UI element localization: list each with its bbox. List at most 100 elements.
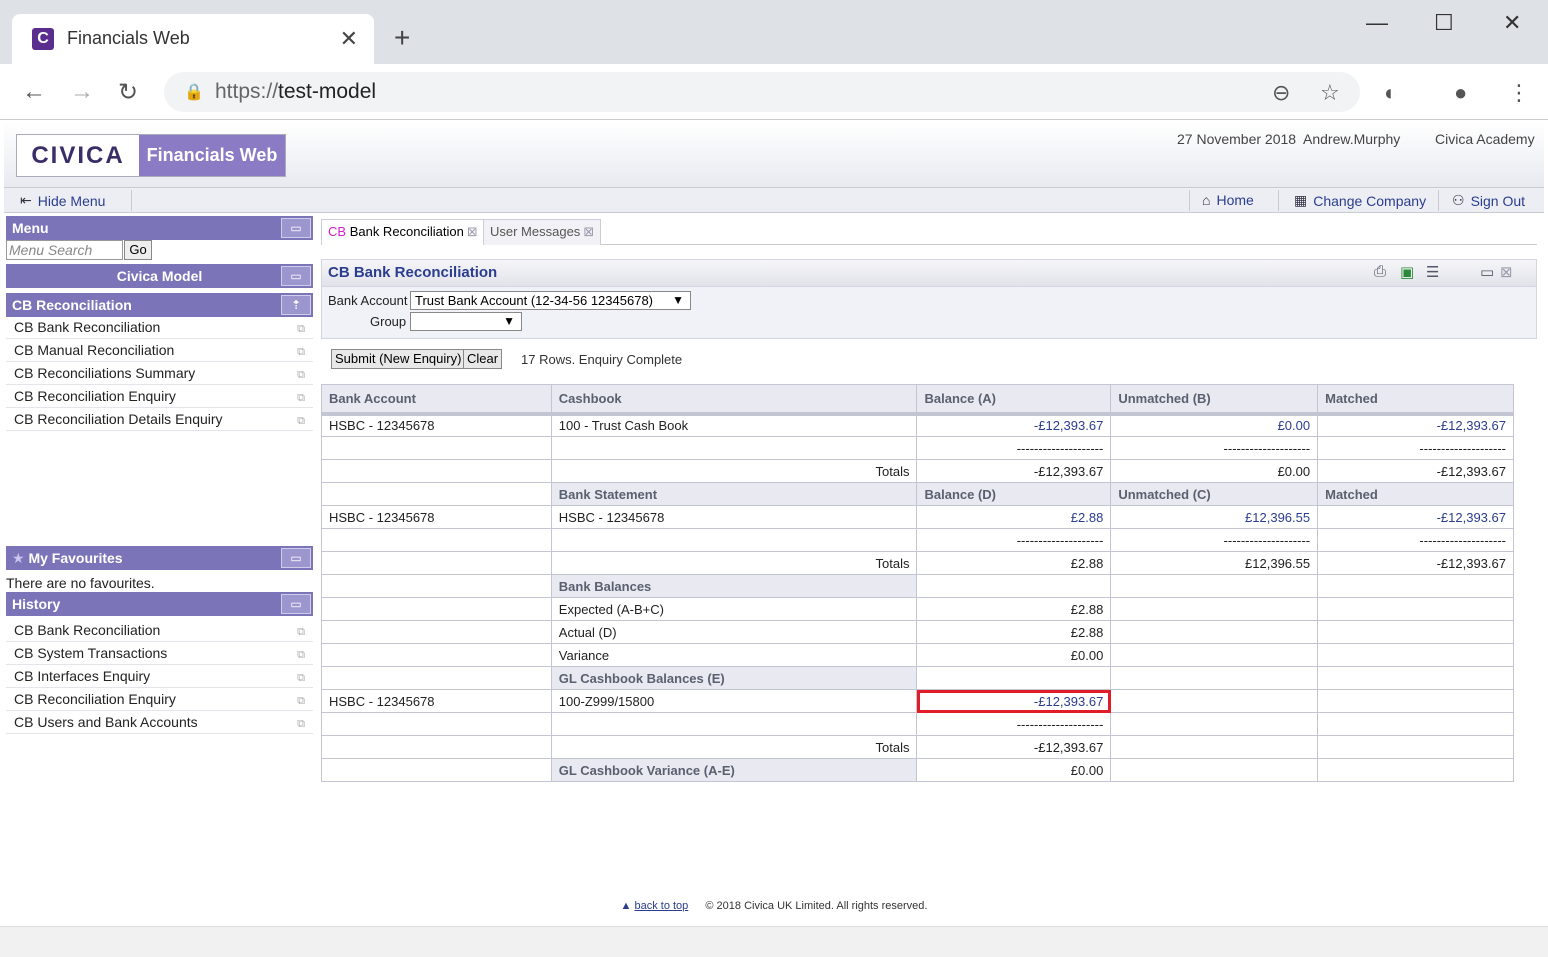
back-icon[interactable]: ← [22, 78, 46, 106]
sign-out-button[interactable]: ⚇ Sign Out [1452, 192, 1525, 209]
table-header-row: Bank Account Cashbook Balance (A) Unmatc… [321, 384, 1514, 416]
address-bar[interactable]: 🔒 https://test-model ⊖ ☆ [164, 72, 1360, 112]
open-new-icon[interactable]: ⧉ [297, 364, 305, 386]
zoom-icon[interactable]: ⊖ [1272, 80, 1290, 106]
menu-search-input[interactable]: Menu Search [6, 240, 123, 260]
column-header: Bank Account [321, 384, 552, 416]
hide-menu-button[interactable]: ⇤ Hide Menu [20, 192, 105, 209]
menu-item[interactable]: CB Manual Reconciliation ⧉ [6, 339, 313, 362]
favourites-collapse-icon[interactable]: ▭ [281, 548, 311, 568]
open-new-icon[interactable]: ⧉ [297, 621, 305, 643]
history-collapse-icon[interactable]: ▭ [281, 594, 311, 614]
bank-account-select[interactable]: Trust Bank Account (12-34-56 12345678) ▼ [410, 291, 691, 310]
open-new-icon[interactable]: ⧉ [297, 341, 305, 363]
history-item[interactable]: CB Users and Bank Accounts ⧉ [6, 711, 313, 734]
reload-icon[interactable]: ↻ [118, 78, 138, 107]
forward-icon[interactable]: → [70, 78, 94, 106]
close-tab-icon[interactable]: ✕ [340, 26, 358, 52]
column-header: Balance (A) [916, 384, 1112, 416]
logo-civica: CIVICA [17, 135, 139, 176]
matched-link[interactable]: -£12,393.67 [1317, 505, 1514, 529]
minimize-icon[interactable]: — [1366, 10, 1388, 36]
browser-tab-title: Financials Web [67, 28, 190, 48]
browser-tab[interactable]: C Financials Web ✕ [12, 14, 374, 64]
unmatched-link[interactable]: £0.00 [1110, 413, 1319, 437]
open-new-icon[interactable]: ⧉ [297, 690, 305, 712]
tab-user-messages[interactable]: User Messages ⊠ [483, 219, 602, 245]
excel-icon[interactable]: ▣ [1400, 263, 1414, 281]
balance-link[interactable]: -£12,393.67 [916, 413, 1112, 437]
open-new-icon[interactable]: ⧉ [297, 644, 305, 666]
unmatched-link[interactable]: £12,396.55 [1110, 505, 1319, 529]
menu-section-header[interactable]: CB Reconciliation ⇡ [6, 293, 313, 317]
new-tab-icon[interactable]: + [394, 22, 410, 54]
civica-favicon-icon: C [32, 28, 54, 50]
menu-model-header[interactable]: Civica Model ▭ [6, 264, 313, 288]
open-new-icon[interactable]: ⧉ [297, 387, 305, 409]
table-row: -------------------- [321, 712, 1514, 736]
home-button[interactable]: ⌂ Home [1202, 192, 1254, 208]
table-row: Expected (A-B+C) £2.88 [321, 597, 1514, 621]
column-header: Cashbook [550, 384, 918, 416]
browser-menu-icon[interactable]: ⋮ [1508, 80, 1530, 106]
favourites-empty: There are no favourites. [6, 575, 155, 591]
group-select[interactable]: ▼ [410, 312, 522, 331]
menu-collapse-icon[interactable]: ▭ [281, 218, 311, 238]
print-icon[interactable]: ⎙ [1374, 263, 1386, 280]
table-row: HSBC - 12345678 100-Z999/15800 -£12,393.… [321, 689, 1514, 713]
column-header: Unmatched (B) [1110, 384, 1319, 416]
reconciliation-table: Bank Account Cashbook Balance (A) Unmatc… [321, 384, 1514, 782]
history-item[interactable]: CB Bank Reconciliation ⧉ [6, 619, 313, 642]
extension-icon[interactable]: ◐ [1384, 80, 1397, 106]
back-to-top-link[interactable]: back to top [634, 900, 688, 912]
table-row: HSBC - 12345678 HSBC - 12345678 £2.88 £1… [321, 505, 1514, 529]
menu-item[interactable]: CB Reconciliation Enquiry ⧉ [6, 385, 313, 408]
up-arrow-icon: ▲ [620, 900, 632, 912]
open-new-icon[interactable]: ⧉ [297, 713, 305, 735]
tab-bank-reconciliation[interactable]: CB Bank Reconciliation ⊠ [321, 219, 485, 245]
menu-item[interactable]: CB Reconciliations Summary ⧉ [6, 362, 313, 385]
window-icon[interactable]: ▭ [1480, 263, 1494, 281]
table-row: HSBC - 12345678 100 - Trust Cash Book -£… [321, 413, 1514, 437]
home-icon: ⌂ [1202, 192, 1211, 208]
table-row: Bank Balances [321, 574, 1514, 598]
section-up-icon[interactable]: ⇡ [281, 295, 311, 315]
open-new-icon[interactable]: ⧉ [297, 667, 305, 689]
menu-item[interactable]: CB Reconciliation Details Enquiry ⧉ [6, 408, 313, 431]
history-item[interactable]: CB Interfaces Enquiry ⧉ [6, 665, 313, 688]
status-text: 17 Rows. Enquiry Complete [521, 352, 683, 367]
page-title-bar: CB Bank Reconciliation ⎙ ▣ ☰ ▭ ⊠ [321, 259, 1537, 287]
content-tabs: CB Bank Reconciliation ⊠ User Messages ⊠ [321, 219, 1537, 245]
hide-menu-icon: ⇤ [20, 192, 32, 208]
model-expand-icon[interactable]: ▭ [281, 266, 311, 286]
submit-button[interactable]: Submit (New Enquiry) [331, 349, 466, 369]
gl-balance-link[interactable]: -£12,393.67 [916, 689, 1112, 713]
profile-icon[interactable]: ● [1454, 80, 1467, 106]
matched-link[interactable]: -£12,393.67 [1317, 413, 1514, 437]
footer: ▲ back to top © 2018 Civica UK Limited. … [4, 900, 1544, 912]
close-tab-icon[interactable]: ⊠ [583, 224, 594, 239]
header-user: Andrew.Murphy [1303, 131, 1401, 147]
close-tab-icon[interactable]: ⊠ [467, 224, 478, 239]
maximize-icon[interactable]: ☐ [1434, 10, 1454, 36]
history-item[interactable]: CB System Transactions ⧉ [6, 642, 313, 665]
bank-account-label: Bank Account [328, 293, 408, 308]
table-row: Totals £2.88 £12,396.55 -£12,393.67 [321, 551, 1514, 575]
table-row: Actual (D) £2.88 [321, 620, 1514, 644]
star-icon: ★ [12, 550, 25, 566]
star-icon[interactable]: ☆ [1320, 80, 1340, 106]
filter-icon[interactable]: ☰ [1426, 263, 1439, 281]
balance-link[interactable]: £2.88 [916, 505, 1112, 529]
table-row: Totals -£12,393.67 £0.00 -£12,393.67 [321, 459, 1514, 483]
history-header: History ▭ [6, 592, 313, 616]
open-new-icon[interactable]: ⧉ [297, 410, 305, 432]
history-item[interactable]: CB Reconciliation Enquiry ⧉ [6, 688, 313, 711]
window-close-icon[interactable]: ✕ [1503, 10, 1521, 36]
menu-search-go-button[interactable]: Go [124, 240, 152, 260]
open-new-icon[interactable]: ⧉ [297, 318, 305, 340]
change-company-button[interactable]: ▦ Change Company [1294, 192, 1426, 209]
close-page-icon[interactable]: ⊠ [1500, 263, 1513, 281]
menu-item[interactable]: CB Bank Reconciliation ⧉ [6, 316, 313, 339]
clear-button[interactable]: Clear [463, 349, 503, 369]
copyright: © 2018 Civica UK Limited. All rights res… [705, 900, 928, 912]
